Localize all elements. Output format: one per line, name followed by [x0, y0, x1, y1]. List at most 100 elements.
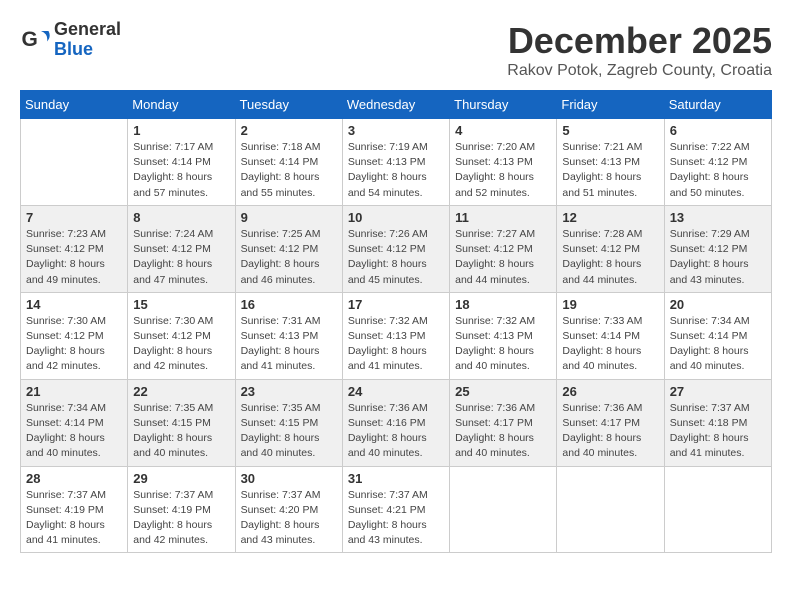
calendar-cell: 9 Sunrise: 7:25 AMSunset: 4:12 PMDaylight…	[235, 205, 342, 292]
day-number: 15	[133, 297, 229, 312]
calendar-cell: 10 Sunrise: 7:26 AMSunset: 4:12 PMDayligh…	[342, 205, 449, 292]
calendar-cell: 8Sunrise: 7:24 AMSunset: 4:12 PMDaylight…	[128, 205, 235, 292]
day-number: 31	[348, 471, 444, 486]
day-info: Sunrise: 7:20 AMSunset: 4:13 PMDaylight:…	[455, 140, 551, 201]
week-row-5: 28 Sunrise: 7:37 AMSunset: 4:19 PMDayligh…	[21, 466, 772, 553]
day-info: Sunrise: 7:19 AMSunset: 4:13 PMDaylight:…	[348, 140, 444, 201]
day-info: Sunrise: 7:36 AMSunset: 4:17 PMDaylight:…	[562, 401, 658, 462]
day-number: 28	[26, 471, 122, 486]
calendar-cell: 27Sunrise: 7:37 AMSunset: 4:18 PMDayligh…	[664, 379, 771, 466]
logo: G General Blue	[20, 20, 121, 60]
day-number: 10	[348, 210, 444, 225]
calendar-cell: 2Sunrise: 7:18 AMSunset: 4:14 PMDaylight…	[235, 119, 342, 206]
day-number: 9	[241, 210, 337, 225]
day-number: 21	[26, 384, 122, 399]
week-row-4: 21 Sunrise: 7:34 AMSunset: 4:14 PMDayligh…	[21, 379, 772, 466]
day-info: Sunrise: 7:37 AMSunset: 4:21 PMDaylight:…	[348, 488, 444, 549]
calendar-cell: 31 Sunrise: 7:37 AMSunset: 4:21 PMDayligh…	[342, 466, 449, 553]
location: Rakov Potok, Zagreb County, Croatia	[507, 62, 772, 80]
logo-general: General	[54, 20, 121, 40]
header-tuesday: Tuesday	[235, 91, 342, 119]
day-number: 13	[670, 210, 766, 225]
header-wednesday: Wednesday	[342, 91, 449, 119]
calendar-cell: 11 Sunrise: 7:27 AMSunset: 4:12 PMDayligh…	[450, 205, 557, 292]
day-info: Sunrise: 7:29 AMSunset: 4:12 PMDaylight:…	[670, 227, 766, 288]
logo-blue: Blue	[54, 40, 121, 60]
calendar-cell: 3Sunrise: 7:19 AMSunset: 4:13 PMDaylight…	[342, 119, 449, 206]
day-number: 1	[133, 123, 229, 138]
header-saturday: Saturday	[664, 91, 771, 119]
day-info: Sunrise: 7:33 AMSunset: 4:14 PMDaylight:…	[562, 314, 658, 375]
calendar-cell: 15 Sunrise: 7:30 AMSunset: 4:12 PMDayligh…	[128, 292, 235, 379]
calendar-cell	[450, 466, 557, 553]
day-info: Sunrise: 7:37 AMSunset: 4:18 PMDaylight:…	[670, 401, 766, 462]
calendar-cell: 28 Sunrise: 7:37 AMSunset: 4:19 PMDayligh…	[21, 466, 128, 553]
day-number: 11	[455, 210, 551, 225]
calendar-cell: 22 Sunrise: 7:35 AMSunset: 4:15 PMDayligh…	[128, 379, 235, 466]
calendar-cell: 23 Sunrise: 7:35 AMSunset: 4:15 PMDayligh…	[235, 379, 342, 466]
day-info: Sunrise: 7:28 AMSunset: 4:12 PMDaylight:…	[562, 227, 658, 288]
header-monday: Monday	[128, 91, 235, 119]
day-number: 23	[241, 384, 337, 399]
day-info: Sunrise: 7:22 AMSunset: 4:12 PMDaylight:…	[670, 140, 766, 201]
day-info: Sunrise: 7:27 AMSunset: 4:12 PMDaylight:…	[455, 227, 551, 288]
day-number: 26	[562, 384, 658, 399]
logo-text: General Blue	[54, 20, 121, 60]
day-number: 7	[26, 210, 122, 225]
day-info: Sunrise: 7:32 AMSunset: 4:13 PMDaylight:…	[348, 314, 444, 375]
title-section: December 2025 Rakov Potok, Zagreb County…	[507, 20, 772, 80]
month-title: December 2025	[507, 20, 772, 62]
day-info: Sunrise: 7:21 AMSunset: 4:13 PMDaylight:…	[562, 140, 658, 201]
week-row-2: 7 Sunrise: 7:23 AMSunset: 4:12 PMDaylight…	[21, 205, 772, 292]
day-info: Sunrise: 7:37 AMSunset: 4:19 PMDaylight:…	[26, 488, 122, 549]
day-info: Sunrise: 7:30 AMSunset: 4:12 PMDaylight:…	[133, 314, 229, 375]
day-info: Sunrise: 7:36 AMSunset: 4:16 PMDaylight:…	[348, 401, 444, 462]
calendar-cell: 7 Sunrise: 7:23 AMSunset: 4:12 PMDaylight…	[21, 205, 128, 292]
day-info: Sunrise: 7:18 AMSunset: 4:14 PMDaylight:…	[241, 140, 337, 201]
day-number: 17	[348, 297, 444, 312]
day-number: 25	[455, 384, 551, 399]
day-info: Sunrise: 7:35 AMSunset: 4:15 PMDaylight:…	[241, 401, 337, 462]
day-info: Sunrise: 7:26 AMSunset: 4:12 PMDaylight:…	[348, 227, 444, 288]
day-number: 16	[241, 297, 337, 312]
day-number: 5	[562, 123, 658, 138]
calendar-cell: 4 Sunrise: 7:20 AMSunset: 4:13 PMDaylight…	[450, 119, 557, 206]
calendar-cell: 26 Sunrise: 7:36 AMSunset: 4:17 PMDayligh…	[557, 379, 664, 466]
day-number: 19	[562, 297, 658, 312]
calendar-cell: 29 Sunrise: 7:37 AMSunset: 4:19 PMDayligh…	[128, 466, 235, 553]
day-info: Sunrise: 7:35 AMSunset: 4:15 PMDaylight:…	[133, 401, 229, 462]
day-info: Sunrise: 7:17 AMSunset: 4:14 PMDaylight:…	[133, 140, 229, 201]
calendar-cell: 20 Sunrise: 7:34 AMSunset: 4:14 PMDayligh…	[664, 292, 771, 379]
day-info: Sunrise: 7:23 AMSunset: 4:12 PMDaylight:…	[26, 227, 122, 288]
day-number: 20	[670, 297, 766, 312]
day-info: Sunrise: 7:37 AMSunset: 4:20 PMDaylight:…	[241, 488, 337, 549]
calendar-cell: 1 Sunrise: 7:17 AMSunset: 4:14 PMDaylight…	[128, 119, 235, 206]
header-friday: Friday	[557, 91, 664, 119]
header-sunday: Sunday	[21, 91, 128, 119]
calendar-cell: 17 Sunrise: 7:32 AMSunset: 4:13 PMDayligh…	[342, 292, 449, 379]
day-number: 30	[241, 471, 337, 486]
calendar-cell: 16Sunrise: 7:31 AMSunset: 4:13 PMDayligh…	[235, 292, 342, 379]
calendar-cell	[664, 466, 771, 553]
day-number: 24	[348, 384, 444, 399]
day-info: Sunrise: 7:34 AMSunset: 4:14 PMDaylight:…	[26, 401, 122, 462]
day-number: 14	[26, 297, 122, 312]
day-info: Sunrise: 7:36 AMSunset: 4:17 PMDaylight:…	[455, 401, 551, 462]
day-info: Sunrise: 7:34 AMSunset: 4:14 PMDaylight:…	[670, 314, 766, 375]
calendar-cell: 5 Sunrise: 7:21 AMSunset: 4:13 PMDaylight…	[557, 119, 664, 206]
calendar-cell: 19 Sunrise: 7:33 AMSunset: 4:14 PMDayligh…	[557, 292, 664, 379]
calendar-cell: 25 Sunrise: 7:36 AMSunset: 4:17 PMDayligh…	[450, 379, 557, 466]
page-header: G General Blue December 2025 Rakov Potok…	[20, 20, 772, 80]
calendar-cell: 21 Sunrise: 7:34 AMSunset: 4:14 PMDayligh…	[21, 379, 128, 466]
day-number: 22	[133, 384, 229, 399]
day-number: 29	[133, 471, 229, 486]
calendar-cell: 13 Sunrise: 7:29 AMSunset: 4:12 PMDayligh…	[664, 205, 771, 292]
day-number: 4	[455, 123, 551, 138]
day-info: Sunrise: 7:37 AMSunset: 4:19 PMDaylight:…	[133, 488, 229, 549]
calendar-cell: 18Sunrise: 7:32 AMSunset: 4:13 PMDayligh…	[450, 292, 557, 379]
day-info: Sunrise: 7:25 AMSunset: 4:12 PMDaylight:…	[241, 227, 337, 288]
day-number: 12	[562, 210, 658, 225]
day-info: Sunrise: 7:30 AMSunset: 4:12 PMDaylight:…	[26, 314, 122, 375]
calendar-cell: 12 Sunrise: 7:28 AMSunset: 4:12 PMDayligh…	[557, 205, 664, 292]
day-info: Sunrise: 7:32 AMSunset: 4:13 PMDaylight:…	[455, 314, 551, 375]
